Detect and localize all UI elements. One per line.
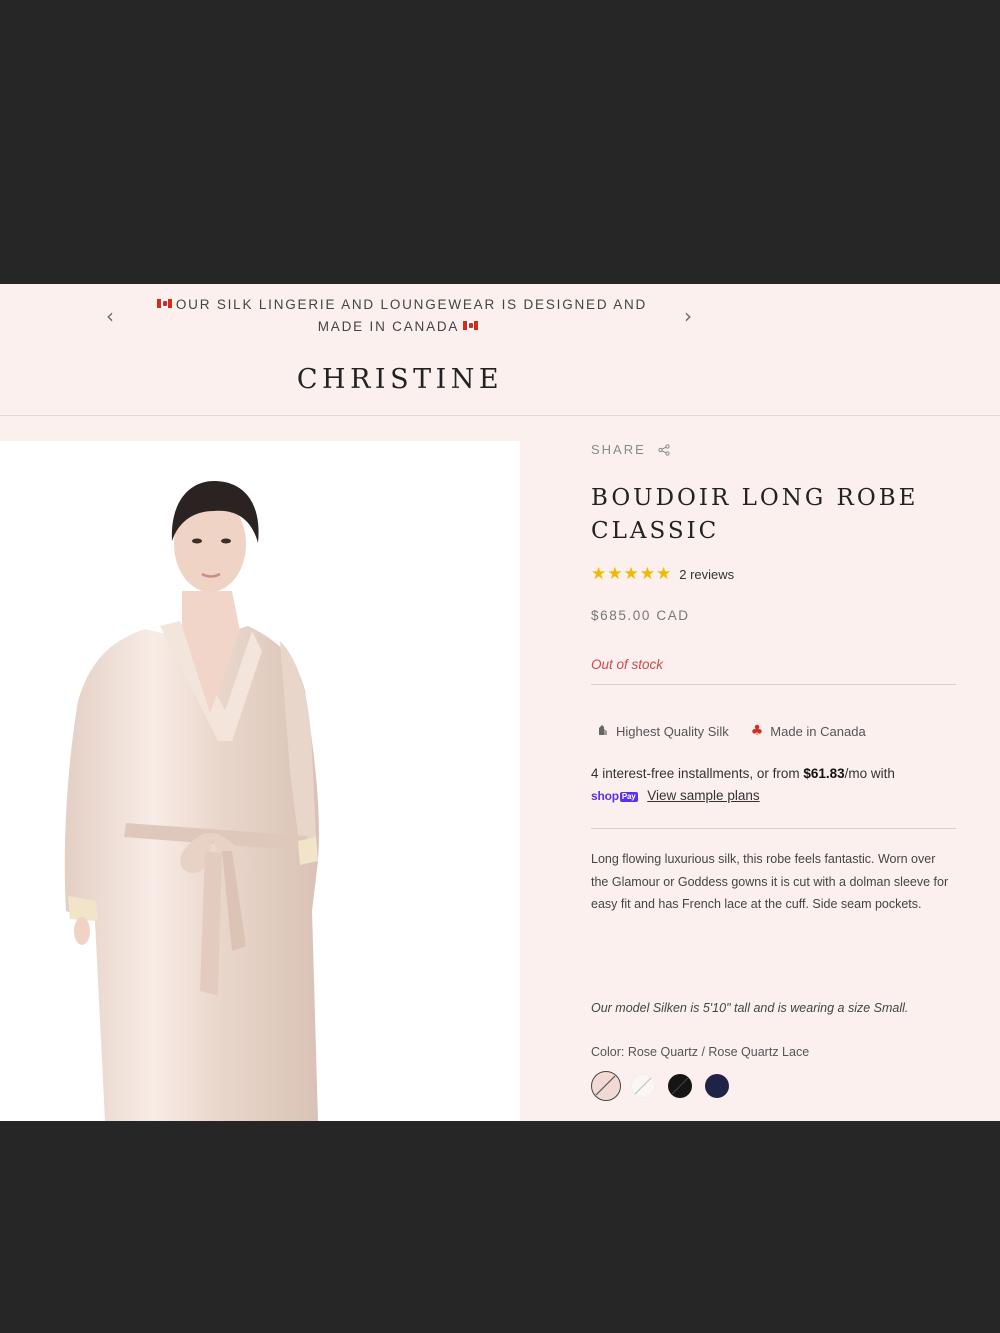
model-note: Our model Silken is 5'10" tall and is we… [591, 1001, 909, 1015]
share-icon[interactable] [658, 444, 670, 456]
divider [591, 684, 956, 685]
feature-badges: Highest Quality Silk ♣ Made in Canada [596, 723, 888, 739]
swatch-rose-quartz[interactable] [591, 1071, 621, 1101]
star-icon: ★ [607, 564, 623, 584]
badge-label: Highest Quality Silk [616, 723, 729, 739]
color-label: Color: Rose Quartz / Rose Quartz Lace [591, 1045, 810, 1059]
reviews-link[interactable]: 2 reviews [679, 567, 734, 582]
star-icon: ★ [639, 564, 655, 584]
robe-model-photo [0, 441, 520, 1121]
canada-flag-icon [463, 321, 479, 330]
product-description: Long flowing luxurious silk, this robe f… [591, 852, 949, 911]
stock-status: Out of stock [591, 657, 664, 672]
star-rating: ★ ★ ★ ★ ★ [591, 565, 672, 583]
announcement-prev-arrow-icon[interactable]: ‹ [98, 304, 122, 328]
star-icon: ★ [591, 564, 607, 584]
announcement-next-arrow-icon[interactable]: › [676, 304, 700, 328]
badge-label: Made in Canada [770, 723, 866, 739]
product-title: BOUDOIR LONG ROBE CLASSIC [591, 485, 919, 544]
announcement-line-1: OUR SILK LINGERIE AND LOUNGEWEAR IS DESI… [175, 297, 648, 312]
swatch-black[interactable] [668, 1074, 692, 1098]
view-sample-plans-link[interactable]: View sample plans [647, 788, 759, 803]
star-icon: ★ [623, 564, 639, 584]
announcement-text: OUR SILK LINGERIE AND LOUNGEWEAR IS DESI… [150, 294, 650, 338]
installments-text-after: /mo with [844, 766, 895, 781]
star-icon: ★ [656, 564, 672, 584]
shop-pay-shop: shop [591, 789, 619, 803]
badge-made-in-canada: ♣ Made in Canada [751, 723, 866, 739]
installments-info: 4 interest-free installments, or from $6… [591, 763, 956, 807]
silk-icon [596, 723, 609, 739]
sold-out-slash-icon [671, 1077, 689, 1095]
share-button[interactable]: SHARE [591, 442, 646, 457]
installments-text: 4 interest-free installments, or from [591, 766, 804, 781]
announcement-line-2: MADE IN CANADA [317, 319, 460, 334]
brand-logo[interactable]: CHRISTINE [200, 364, 600, 395]
swatch-white[interactable] [631, 1074, 655, 1098]
product-image[interactable] [0, 441, 520, 1121]
shop-pay-logo: shop Pay [591, 785, 638, 807]
maple-leaf-icon: ♣ [750, 723, 764, 739]
product-page: ‹ OUR SILK LINGERIE AND LOUNGEWEAR IS DE… [0, 284, 1000, 1121]
canada-flag-icon [156, 299, 172, 308]
divider [591, 828, 956, 829]
installment-amount: $61.83 [803, 766, 845, 781]
share-label: SHARE [591, 442, 646, 457]
product-price: $685.00 CAD [591, 608, 690, 623]
sold-out-slash-icon [595, 1075, 616, 1096]
sold-out-slash-icon [634, 1077, 652, 1095]
header-divider [0, 415, 1000, 416]
color-swatches [591, 1071, 742, 1101]
rating-row: ★ ★ ★ ★ ★ 2 reviews [591, 565, 734, 583]
shop-pay-pay: Pay [619, 792, 638, 802]
swatch-navy[interactable] [705, 1074, 729, 1098]
badge-quality-silk: Highest Quality Silk [596, 723, 729, 739]
announcement-bar: ‹ OUR SILK LINGERIE AND LOUNGEWEAR IS DE… [0, 284, 1000, 364]
